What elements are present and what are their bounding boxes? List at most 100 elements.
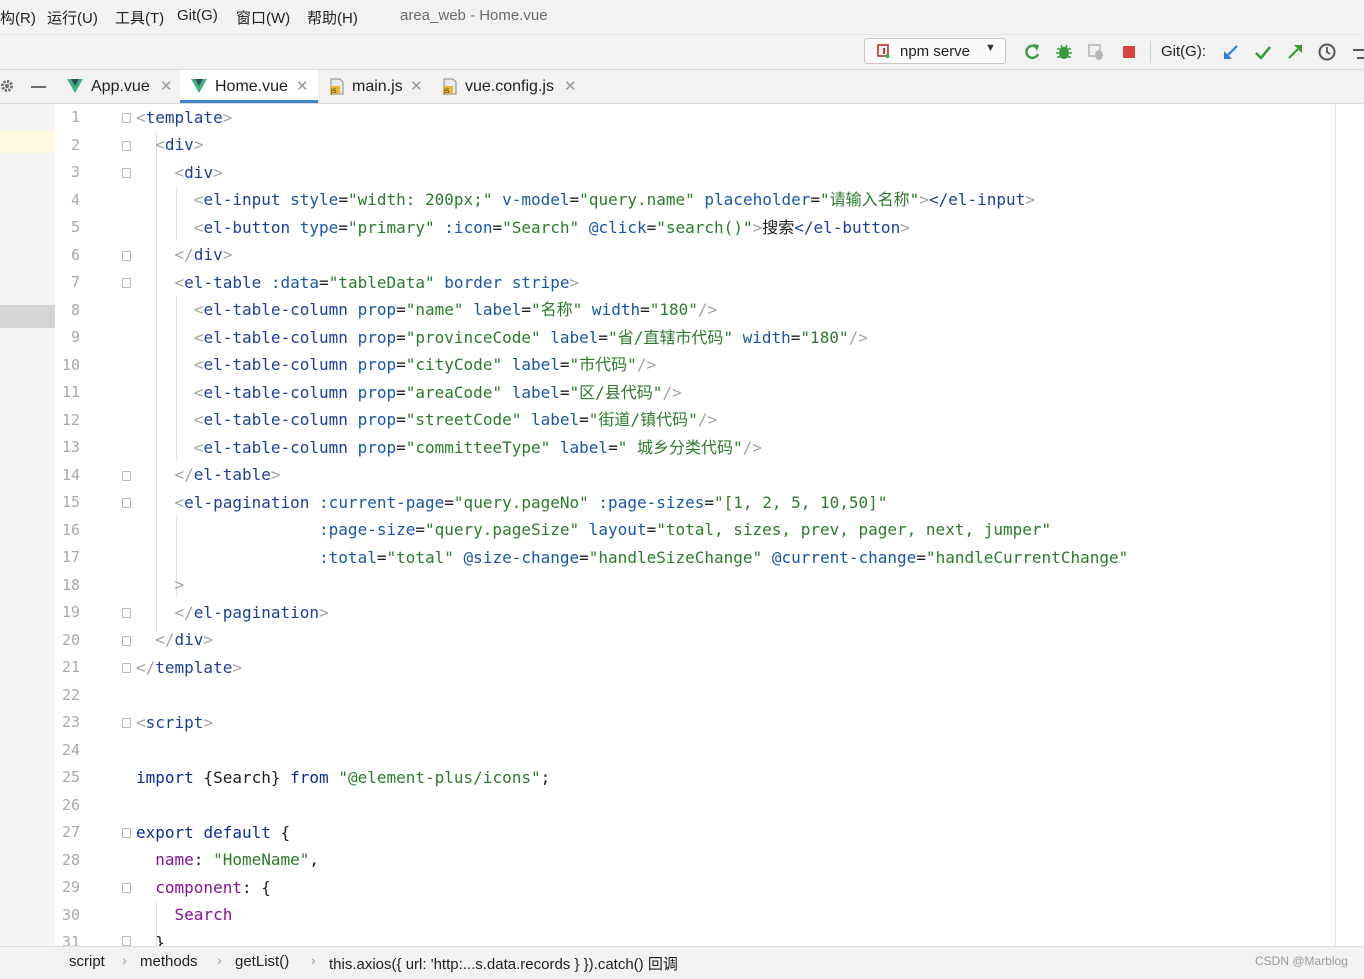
line-number: 29 xyxy=(61,878,80,896)
tab-label: App.vue xyxy=(91,78,150,95)
line-number: 4 xyxy=(70,191,80,209)
watermark: CSDN @Marblog xyxy=(1255,954,1348,968)
fold-marker[interactable] xyxy=(122,883,131,893)
fold-marker[interactable] xyxy=(122,498,131,508)
git-update-icon[interactable] xyxy=(1221,42,1241,62)
line-number: 2 xyxy=(70,136,80,154)
code-line: <el-input style="width: 200px;" v-model=… xyxy=(193,190,1035,209)
debug-icon[interactable] xyxy=(1054,42,1074,62)
tab-home-vue[interactable]: Home.vue ✕ xyxy=(180,70,318,103)
fold-marker[interactable] xyxy=(122,471,131,481)
js-file-icon: JS xyxy=(330,78,344,95)
line-number: 22 xyxy=(61,686,80,704)
code-line: :page-size="query.pageSize" layout="tota… xyxy=(319,520,1052,539)
menu-tools[interactable]: 工具(T) xyxy=(115,7,164,28)
fold-marker[interactable] xyxy=(122,718,131,728)
line-number: 28 xyxy=(61,851,80,869)
code-line: <el-table :data="tableData" border strip… xyxy=(174,273,580,292)
code-line: <el-table-column prop="provinceCode" lab… xyxy=(193,328,868,347)
close-icon[interactable]: ✕ xyxy=(410,77,423,95)
code-line: <el-table-column prop="committeeType" la… xyxy=(193,438,762,457)
main-toolbar: npm serve ▼ Git(G): xyxy=(0,35,1364,70)
menu-help[interactable]: 帮助(H) xyxy=(307,7,358,28)
line-number: 15 xyxy=(61,493,80,511)
line-number: 18 xyxy=(61,576,80,594)
close-icon[interactable]: ✕ xyxy=(160,77,173,95)
git-push-icon[interactable] xyxy=(1285,42,1305,62)
fold-marker[interactable] xyxy=(122,828,131,838)
code-line: <div> xyxy=(155,135,204,154)
fold-marker[interactable] xyxy=(122,278,131,288)
line-number: 11 xyxy=(61,383,80,401)
editor-tab-bar: App.vue ✕ Home.vue ✕ JS main.js ✕ JS vue… xyxy=(0,70,1364,104)
fold-marker[interactable] xyxy=(122,663,131,673)
tab-vue-config-js[interactable]: JS vue.config.js ✕ xyxy=(430,70,585,103)
code-line: component: { xyxy=(155,878,271,897)
git-rollback-icon[interactable] xyxy=(1349,42,1364,62)
fold-marker[interactable] xyxy=(122,636,131,646)
code-line: </div> xyxy=(174,245,233,264)
breadcrumb-item[interactable]: methods xyxy=(140,953,198,970)
fold-marker[interactable] xyxy=(122,936,131,946)
git-commit-icon[interactable] xyxy=(1253,42,1273,62)
svg-text:JS: JS xyxy=(330,88,337,95)
close-icon[interactable]: ✕ xyxy=(296,77,309,95)
menu-window[interactable]: 窗口(W) xyxy=(236,7,290,28)
breadcrumb-item[interactable]: getList() xyxy=(235,953,289,970)
fold-marker[interactable] xyxy=(122,113,131,123)
code-line: </el-table> xyxy=(174,465,281,484)
chevron-down-icon: ▼ xyxy=(985,42,996,54)
line-number: 14 xyxy=(61,466,80,484)
line-number: 24 xyxy=(61,741,80,759)
line-number: 25 xyxy=(61,768,80,786)
line-number: 13 xyxy=(61,438,80,456)
line-number-gutter: 1 2 3 4 5 6 7 8 9 10 11 12 13 14 15 16 1… xyxy=(55,104,130,951)
menu-run[interactable]: 运行(U) xyxy=(47,7,98,28)
code-line: :total="total" @size-change="handleSizeC… xyxy=(319,548,1129,567)
chevron-right-icon: › xyxy=(311,952,316,968)
menu-bar: 构(R) 运行(U) 工具(T) Git(G) 窗口(W) 帮助(H) area… xyxy=(0,0,1364,35)
tab-main-js[interactable]: JS main.js ✕ xyxy=(319,70,429,103)
rerun-icon[interactable] xyxy=(1022,42,1042,62)
breadcrumb-item[interactable]: this.axios({ url: 'http:...s.data.record… xyxy=(329,953,678,974)
chevron-right-icon: › xyxy=(217,952,222,968)
window-title: area_web - Home.vue xyxy=(400,7,548,24)
code-editor[interactable]: <template> <div> <div> <el-input style="… xyxy=(136,104,1331,946)
minimize-icon[interactable] xyxy=(31,86,46,88)
attach-debugger-icon[interactable] xyxy=(1086,42,1106,62)
code-line: } xyxy=(155,933,165,946)
fold-marker[interactable] xyxy=(122,251,131,261)
line-number: 6 xyxy=(70,246,80,264)
code-line: Search xyxy=(174,905,233,924)
run-configuration-dropdown[interactable]: npm serve ▼ xyxy=(864,38,1006,64)
fold-marker[interactable] xyxy=(122,168,131,178)
current-line-highlight xyxy=(0,130,55,153)
code-line: </div> xyxy=(155,630,214,649)
breadcrumb-item[interactable]: script xyxy=(69,953,105,970)
line-number: 8 xyxy=(70,301,80,319)
menu-refactor[interactable]: 构(R) xyxy=(0,7,36,28)
stop-icon[interactable] xyxy=(1119,42,1139,62)
svg-text:JS: JS xyxy=(443,88,450,95)
chevron-right-icon: › xyxy=(122,952,127,968)
code-line: <el-table-column prop="cityCode" label="… xyxy=(193,355,657,374)
right-margin-guide xyxy=(1335,104,1336,946)
code-line: <el-table-column prop="streetCode" label… xyxy=(193,410,717,429)
git-history-icon[interactable] xyxy=(1317,42,1337,62)
line-number: 9 xyxy=(70,328,80,346)
fold-marker[interactable] xyxy=(122,608,131,618)
code-line: <div> xyxy=(174,163,223,182)
fold-marker[interactable] xyxy=(122,141,131,151)
gear-icon[interactable] xyxy=(0,79,14,93)
tab-label: Home.vue xyxy=(215,78,288,95)
npm-run-config-icon xyxy=(877,44,890,58)
close-icon[interactable]: ✕ xyxy=(564,77,577,95)
vue-icon xyxy=(191,79,207,93)
menu-git[interactable]: Git(G) xyxy=(177,7,218,24)
tab-label: main.js xyxy=(352,78,403,95)
vue-icon xyxy=(67,79,83,93)
line-number: 16 xyxy=(61,521,80,539)
line-number: 30 xyxy=(61,906,80,924)
code-line: <el-table-column prop="areaCode" label="… xyxy=(193,383,682,402)
tab-app-vue[interactable]: App.vue ✕ xyxy=(57,70,179,103)
